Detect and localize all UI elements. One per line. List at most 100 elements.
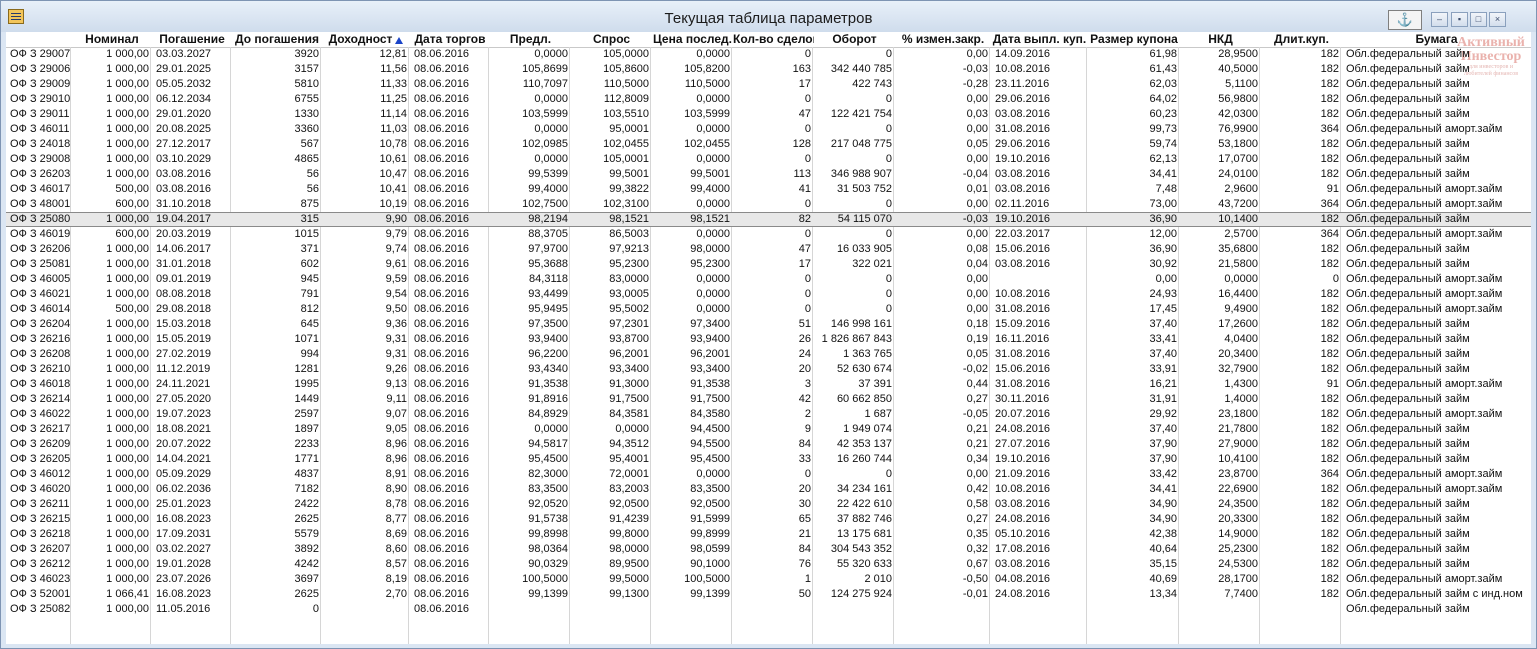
table-row[interactable]: ОФ З 46019 600,00 20.03.2019 1015 9,79 08.06.… <box>6 227 1531 242</box>
column-header-close-change[interactable]: % измен.закр. <box>895 32 991 47</box>
cell-coupon-period: 182 <box>1320 48 1339 60</box>
table-row[interactable]: ОФ З 46014 500,00 29.08.2018 812 9,50 08.06.2… <box>6 302 1531 317</box>
cell-bid: 99,1300 <box>609 588 649 600</box>
pin-button[interactable]: ▪ <box>1451 12 1468 27</box>
cell-nominal: 1 000,00 <box>106 273 149 285</box>
column-header-offer[interactable]: Предл. <box>490 32 571 47</box>
cell-days-to-maturity: 2422 <box>294 498 319 510</box>
table-row[interactable]: ОФ З 26205 1 000,00 14.04.2021 1771 8,96 08.0… <box>6 452 1531 467</box>
table-row[interactable]: ОФ З 26207 1 000,00 03.02.2027 3892 8,60 08.0… <box>6 542 1531 557</box>
cell-maturity: 03.10.2029 <box>156 153 212 165</box>
table-row[interactable]: ОФ З 46020 1 000,00 06.02.2036 7182 8,90 08.0… <box>6 482 1531 497</box>
cell-days-to-maturity: 645 <box>300 318 319 330</box>
table-row[interactable]: ОФ З 26214 1 000,00 27.05.2020 1449 9,11 08.0… <box>6 392 1531 407</box>
column-header-trade-date[interactable]: Дата торгов <box>410 32 490 47</box>
column-header-label: Кол-во сделок <box>733 32 814 46</box>
table-row[interactable]: ОФ З 26203 1 000,00 03.08.2016 56 10,47 08.06… <box>6 167 1531 182</box>
cell-security: Обл.федеральный займ <box>1346 153 1470 165</box>
cell-bid: 91,3000 <box>609 378 649 390</box>
table-row-selected[interactable]: ОФ З 25080 1 000,00 19.04.2017 315 9,90 08.06… <box>6 212 1531 227</box>
cell-days-to-maturity: 4242 <box>294 558 319 570</box>
sort-arrow-up-icon[interactable] <box>395 37 404 44</box>
table-row[interactable]: ОФ З 29006 1 000,00 29.01.2025 3157 11,56 08.… <box>6 62 1531 77</box>
table-row[interactable]: ОФ З 29009 1 000,00 05.05.2032 5810 11,33 08.… <box>6 77 1531 92</box>
table-row[interactable]: ОФ З 26216 1 000,00 15.05.2019 1071 9,31 08.0… <box>6 332 1531 347</box>
table-row[interactable]: ОФ З 26218 1 000,00 17.09.2031 5579 8,69 08.0… <box>6 527 1531 542</box>
table-row[interactable]: ОФ З 26206 1 000,00 14.06.2017 371 9,74 08.06… <box>6 242 1531 257</box>
minimize-button[interactable]: – <box>1431 12 1448 27</box>
table-row[interactable]: ОФ З 26217 1 000,00 18.08.2021 1897 9,05 08.0… <box>6 422 1531 437</box>
cell-coupon-size: 35,15 <box>1149 558 1177 570</box>
table-row[interactable]: ОФ З 26212 1 000,00 19.01.2028 4242 8,57 08.0… <box>6 557 1531 572</box>
table-row[interactable]: ОФ З 26211 1 000,00 25.01.2023 2422 8,78 08.0… <box>6 497 1531 512</box>
column-header-nominal[interactable]: Номинал <box>72 32 152 47</box>
column-header-deals[interactable]: Кол-во сделок <box>733 32 814 47</box>
cell-last-price: 98,0599 <box>690 543 730 555</box>
cell-coupon-size: 29,92 <box>1149 408 1177 420</box>
table-row[interactable]: ОФ З 26215 1 000,00 16.08.2023 2625 8,77 08.0… <box>6 512 1531 527</box>
close-button[interactable]: × <box>1489 12 1506 27</box>
table-row[interactable]: ОФ З 26208 1 000,00 27.02.2019 994 9,31 08.06… <box>6 347 1531 362</box>
table-row[interactable]: ОФ З 26204 1 000,00 15.03.2018 645 9,36 08.06… <box>6 317 1531 332</box>
cell-coupon-size: 37,90 <box>1149 438 1177 450</box>
table-row[interactable]: ОФ З 26210 1 000,00 11.12.2019 1281 9,26 08.0… <box>6 362 1531 377</box>
table-row[interactable]: ОФ З 46023 1 000,00 23.07.2026 3697 8,19 08.0… <box>6 572 1531 587</box>
table-row[interactable]: ОФ З 24018 1 000,00 27.12.2017 567 10,78 08.0… <box>6 137 1531 152</box>
cell-coupon-period: 182 <box>1320 588 1339 600</box>
column-header-bid[interactable]: Спрос <box>571 32 652 47</box>
table-row[interactable]: ОФ З 46018 1 000,00 24.11.2021 1995 9,13 08.0… <box>6 377 1531 392</box>
table-row[interactable]: ОФ З 46011 1 000,00 20.08.2025 3360 11,03 08.… <box>6 122 1531 137</box>
table-row[interactable]: ОФ З 25082 1 000,00 11.05.2016 0 08.06.2016 О… <box>6 602 1531 617</box>
cell-security: Обл.федеральный займ <box>1346 528 1470 540</box>
cell-turnover: 1 826 867 843 <box>821 333 892 345</box>
column-header-last-price[interactable]: Цена послед. <box>652 32 733 47</box>
maximize-button[interactable]: □ <box>1470 12 1487 27</box>
column-header-maturity[interactable]: Погашение <box>152 32 232 47</box>
column-header-security[interactable]: Бумага <box>1342 32 1531 47</box>
cell-maturity: 06.02.2036 <box>156 483 212 495</box>
table-row[interactable]: ОФ З 48001 600,00 31.10.2018 875 10,19 08.06.… <box>6 197 1531 212</box>
table-row[interactable]: ОФ З 29008 1 000,00 03.10.2029 4865 10,61 08.… <box>6 152 1531 167</box>
table-row[interactable]: ОФ З 46005 1 000,00 09.01.2019 945 9,59 08.06… <box>6 272 1531 287</box>
table-row[interactable]: ОФ З 25081 1 000,00 31.01.2018 602 9,61 08.06… <box>6 257 1531 272</box>
window-titlebar[interactable]: Текущая таблица параметров ⚓ – ▪ □ × <box>1 1 1536 32</box>
cell-coupon-period: 182 <box>1320 348 1339 360</box>
table-row[interactable]: ОФ З 46017 500,00 03.08.2016 56 10,41 08.06.2… <box>6 182 1531 197</box>
cell-last-price: 84,3580 <box>690 408 730 420</box>
cell-yield: 2,70 <box>385 588 407 600</box>
cell-code: ОФ З 26204 <box>10 318 70 330</box>
cell-offer: 98,0364 <box>528 543 568 555</box>
column-header-days-to-maturity[interactable]: До погашения <box>232 32 322 47</box>
params-table[interactable]: Номинал Погашение До погашения Доходност Дат… <box>6 32 1531 644</box>
table-row[interactable]: ОФ З 52001 1 066,41 16.08.2023 2625 2,70 08.0… <box>6 587 1531 602</box>
cell-bid: 95,2300 <box>609 258 649 270</box>
table-row[interactable]: ОФ З 29011 1 000,00 29.01.2020 1330 11,14 08.… <box>6 107 1531 122</box>
cell-close-change: 0,00 <box>966 468 988 480</box>
anchor-button[interactable]: ⚓ <box>1388 10 1422 30</box>
table-row[interactable]: ОФ З 29010 1 000,00 06.12.2034 6755 11,25 08.… <box>6 92 1531 107</box>
cell-offer: 110,7097 <box>522 78 568 90</box>
column-header-code[interactable] <box>6 32 70 47</box>
column-header-accrued-interest[interactable]: НКД <box>1180 32 1261 47</box>
cell-security: Обл.федеральный займ <box>1346 543 1470 555</box>
cell-turnover: 342 440 785 <box>830 63 892 75</box>
cell-days-to-maturity: 602 <box>300 258 319 270</box>
table-row[interactable]: ОФ З 26209 1 000,00 20.07.2022 2233 8,96 08.0… <box>6 437 1531 452</box>
cell-bid: 91,7500 <box>609 393 649 405</box>
cell-deals: 0 <box>804 93 811 105</box>
column-header-coupon-date[interactable]: Дата выпл. куп. <box>991 32 1088 47</box>
cell-code: ОФ З 46005 <box>10 273 70 285</box>
column-header-coupon-period[interactable]: Длит.куп. <box>1261 32 1342 47</box>
cell-coupon-size: 37,90 <box>1149 453 1177 465</box>
cell-close-change: 0,08 <box>966 243 988 255</box>
table-row[interactable]: ОФ З 46012 1 000,00 05.09.2029 4837 8,91 08.0… <box>6 467 1531 482</box>
cell-offer: 102,7500 <box>522 198 568 210</box>
cell-maturity: 27.12.2017 <box>156 138 212 150</box>
column-header-yield[interactable]: Доходност <box>322 32 410 47</box>
cell-coupon-date: 19.10.2016 <box>995 213 1051 225</box>
table-row[interactable]: ОФ З 46021 1 000,00 08.08.2018 791 9,54 08.06… <box>6 287 1531 302</box>
column-header-turnover[interactable]: Оборот <box>814 32 895 47</box>
table-row[interactable]: ОФ З 29007 1 000,00 03.03.2027 3920 12,81 08.… <box>6 47 1531 62</box>
table-row[interactable]: ОФ З 46022 1 000,00 19.07.2023 2597 9,07 08.0… <box>6 407 1531 422</box>
column-header-coupon-size[interactable]: Размер купона <box>1088 32 1180 47</box>
